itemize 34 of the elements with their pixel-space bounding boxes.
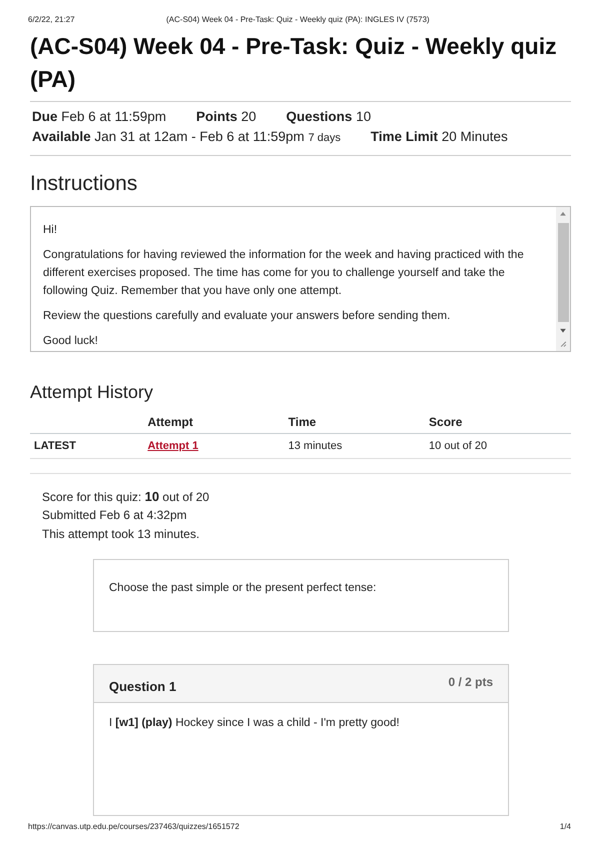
scroll-up-icon[interactable] bbox=[559, 210, 567, 218]
quiz-title: (AC-S04) Week 04 - Pre-Task: Quiz - Weekly quiz (PA) bbox=[30, 30, 571, 102]
attempt-link[interactable]: Attempt 1 bbox=[148, 440, 198, 452]
table-cell: LATEST bbox=[34, 440, 76, 452]
summary-text: Submitted Feb 6 at 4:32pm bbox=[42, 507, 188, 524]
quiz-detail: Due Feb 6 at 11:59pm bbox=[32, 108, 166, 126]
summary-text: Score for this quiz: 10 out of 20 bbox=[42, 488, 210, 506]
section-heading: Attempt History bbox=[30, 382, 154, 403]
table-cell: 13 minutes bbox=[288, 440, 342, 452]
table-cell: 10 out of 20 bbox=[428, 440, 488, 452]
intro-text: Choose the past simple or the present perfect tense: bbox=[109, 582, 376, 594]
quiz-detail: Questions 10 bbox=[286, 108, 371, 126]
print-url: https://canvas.utp.edu.pe/courses/237463/quizzes/1651572 bbox=[28, 822, 240, 830]
scrollbar[interactable] bbox=[556, 207, 570, 351]
question-points: 0 / 2 pts bbox=[448, 675, 493, 691]
question-text: I [w1] (play) Hockey since I was a child - I'm pretty good! bbox=[109, 717, 400, 729]
question-title: Question 1 bbox=[109, 679, 176, 694]
print-date: 6/2/22, 21:27 bbox=[28, 14, 75, 24]
column-header: Time bbox=[288, 414, 316, 429]
column-header: Attempt bbox=[148, 414, 193, 429]
instructions-paragraph: Congratulations for having reviewed the information for the week and having practiced with the different exercises proposed. The time has come for you to challenge yourself and take the following Quiz. Remember that you have only one attempt. bbox=[43, 248, 525, 299]
instructions-paragraph: Good luck! bbox=[43, 334, 99, 349]
resize-grip-icon[interactable] bbox=[559, 340, 567, 348]
column-header: Score bbox=[428, 414, 462, 429]
instructions-paragraph: Hi! bbox=[43, 223, 58, 238]
print-page-number: 1/4 bbox=[560, 822, 571, 830]
instructions-paragraph: Review the questions carefully and evaluate your answers before sending them. bbox=[43, 309, 452, 324]
quiz-detail: Time Limit 20 Minutes bbox=[370, 128, 508, 146]
quiz-detail: Points 20 bbox=[196, 108, 256, 126]
section-heading: Instructions bbox=[30, 172, 138, 196]
summary-text: This attempt took 13 minutes. bbox=[42, 526, 200, 542]
scroll-down-icon[interactable] bbox=[559, 326, 567, 334]
print-page-title: (AC-S04) Week 04 - Pre-Task: Quiz - Weekly quiz (PA): INGLES IV (7573) bbox=[165, 14, 430, 24]
quiz-detail: Available Jan 31 at 12am - Feb 6 at 11:59pm 7 days bbox=[32, 128, 341, 146]
